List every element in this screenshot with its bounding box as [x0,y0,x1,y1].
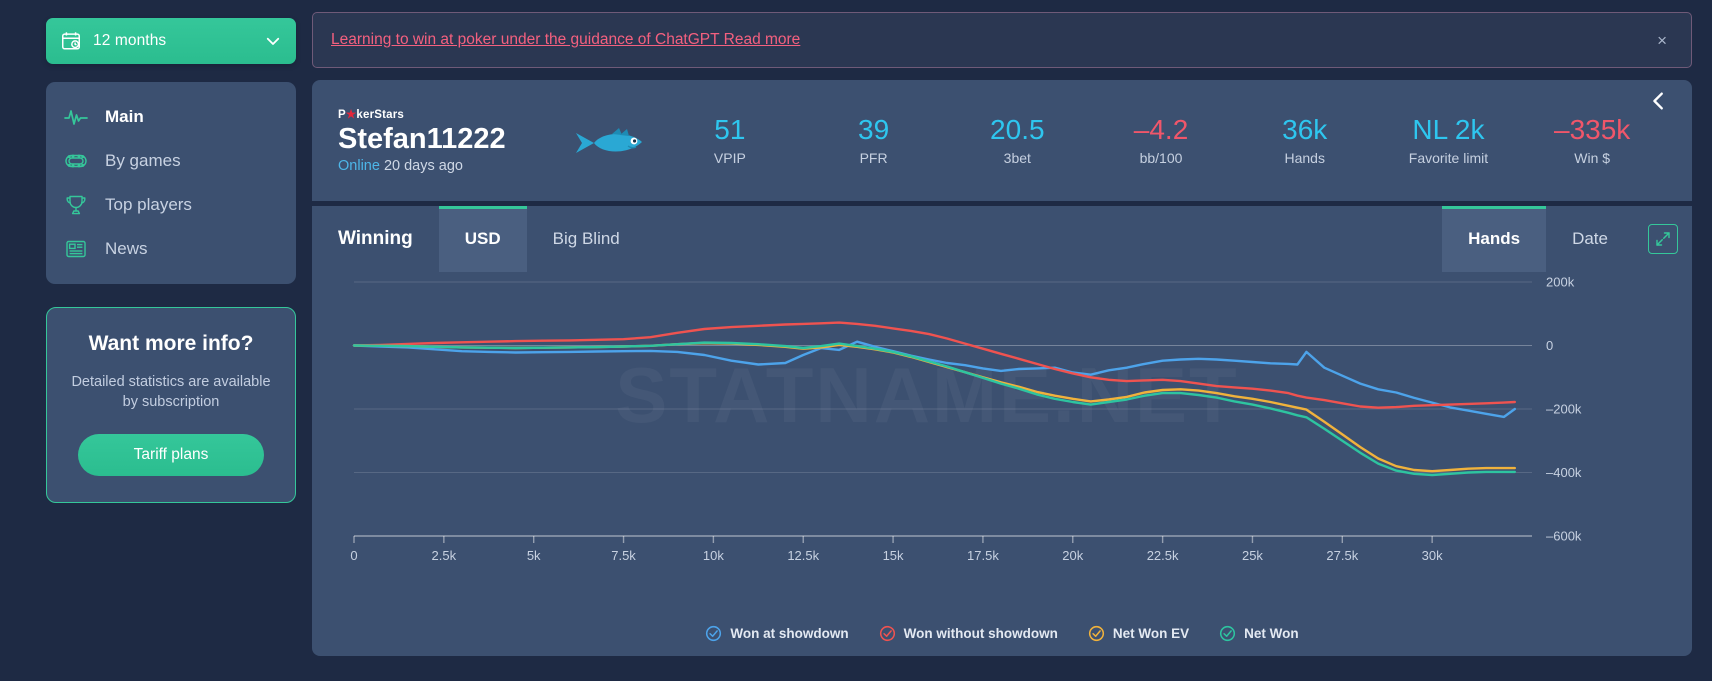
svg-text:–400k: –400k [1546,465,1582,480]
stat-vpip: 51 VPIP [658,113,802,167]
player-identity: P★kerStars Stefan11222 Online 20 days ag… [338,107,658,174]
player-stats: 51 VPIP 39 PFR 20.5 3bet –4.2 bb/100 36k… [658,113,1664,167]
svg-text:17.5k: 17.5k [967,548,999,563]
stat-bb100: –4.2 bb/100 [1089,113,1233,167]
stat-label: 3bet [1003,150,1031,167]
tab-big-blind[interactable]: Big Blind [527,206,646,272]
check-circle-icon [705,625,722,642]
stat-label: Win $ [1574,150,1611,167]
poker-table-icon [64,149,88,173]
stat-value: 39 [858,113,890,145]
legend-item[interactable]: Net Won [1219,625,1299,642]
svg-text:200k: 200k [1546,275,1575,290]
legend-label: Won at showdown [730,626,849,641]
chart-plot-area: STATNAME.NET 200k0–200k–400k–600k02.5k5k… [312,272,1692,656]
svg-text:30k: 30k [1422,548,1443,563]
sidebar-item-main[interactable]: Main [46,95,296,139]
calendar-icon [60,30,82,52]
svg-text:2.5k: 2.5k [432,548,457,563]
tab-winning: Winning [338,228,413,249]
tab-hands[interactable]: Hands [1442,206,1547,272]
svg-text:27.5k: 27.5k [1326,548,1358,563]
tab-date[interactable]: Date [1546,206,1634,272]
legend-item[interactable]: Won without showdown [879,625,1058,642]
online-label: Online [338,158,380,175]
svg-text:22.5k: 22.5k [1147,548,1179,563]
stat-3bet: 20.5 3bet [945,113,1089,167]
main-content: Learning to win at poker under the guida… [300,0,1712,681]
stat-value: –335k [1554,113,1631,145]
pokerstars-logo: P★kerStars [338,108,405,121]
promo-title: Want more info? [88,332,254,355]
stat-favorite-limit: NL 2k Favorite limit [1377,113,1521,167]
fish-icon [572,126,646,160]
svg-text:7.5k: 7.5k [611,548,636,563]
check-circle-icon [1088,625,1105,642]
expand-arrows-icon[interactable] [1648,224,1678,254]
sidebar: 12 months Main By games Top players News… [0,0,300,681]
sidebar-item-top-players[interactable]: Top players [46,183,296,227]
legend-label: Won without showdown [903,626,1058,641]
last-seen: 20 days ago [383,158,463,175]
chevron-down-icon [264,32,282,50]
stat-value: 51 [714,113,746,145]
player-status: Online 20 days ago [338,158,658,174]
sidebar-item-label: News [105,239,148,258]
sidebar-item-label: Top players [105,195,192,214]
chevron-left-icon[interactable] [1648,90,1670,112]
svg-text:10k: 10k [703,548,724,563]
svg-text:0: 0 [1546,338,1553,353]
svg-text:15k: 15k [883,548,904,563]
tab-usd[interactable]: USD [438,206,527,272]
trophy-icon [64,193,88,217]
announcement-banner: Learning to win at poker under the guida… [312,12,1692,68]
stat-label: Favorite limit [1408,150,1489,167]
legend-label: Net Won [1244,626,1299,641]
svg-text:–200k: –200k [1546,402,1582,417]
player-summary-card: P★kerStars Stefan11222 Online 20 days ag… [312,80,1692,201]
stat-hands: 36k Hands [1233,113,1377,167]
stat-label: PFR [859,150,888,167]
promo-card: Want more info? Detailed statistics are … [46,307,296,503]
stat-value: 20.5 [990,113,1045,145]
check-circle-icon [879,625,896,642]
svg-text:25k: 25k [1242,548,1263,563]
svg-text:0: 0 [350,548,357,563]
sidebar-item-label: By games [105,151,181,170]
legend-item[interactable]: Won at showdown [705,625,849,642]
period-selector-label: 12 months [93,32,167,49]
promo-subtitle: Detailed statistics are available by sub… [71,373,271,410]
chart-tabs: Winning USD Big Blind Hands Date [312,206,1692,272]
svg-text:5k: 5k [527,548,541,563]
stat-label: Hands [1284,150,1325,167]
stat-pfr: 39 PFR [802,113,946,167]
close-icon[interactable]: × [1651,28,1673,53]
stat-value: –4.2 [1133,113,1189,145]
announcement-link[interactable]: Learning to win at poker under the guida… [331,31,1651,49]
news-icon [64,237,88,261]
chart-legend: Won at showdown Won without showdown Net W… [312,625,1692,642]
period-selector[interactable]: 12 months [46,18,296,64]
svg-text:–600k: –600k [1546,529,1582,544]
stat-value: 36k [1282,113,1328,145]
winning-line-chart: 200k 0 –200k –400k –600k 0 2.5k 5k 7.5k 10k 12.5k 1… [350,275,1582,564]
legend-label: Net Won EV [1112,626,1190,641]
stat-win-usd: –335k Win $ [1520,113,1664,167]
pulse-icon [64,105,88,129]
check-circle-icon [1219,625,1236,642]
stat-label: bb/100 [1139,150,1183,167]
svg-text:20k: 20k [1062,548,1083,563]
legend-item[interactable]: Net Won EV [1088,625,1189,642]
svg-text:12.5k: 12.5k [787,548,819,563]
sidebar-item-label: Main [105,107,144,126]
sidebar-nav: Main By games Top players News [46,82,296,284]
stat-value: NL 2k [1412,113,1485,145]
stat-label: VPIP [713,150,746,167]
sidebar-item-news[interactable]: News [46,227,296,271]
sidebar-item-by-games[interactable]: By games [46,139,296,183]
tariff-plans-button[interactable]: Tariff plans [78,433,264,476]
winning-chart-card: Winning USD Big Blind Hands Date STATN [312,206,1692,656]
